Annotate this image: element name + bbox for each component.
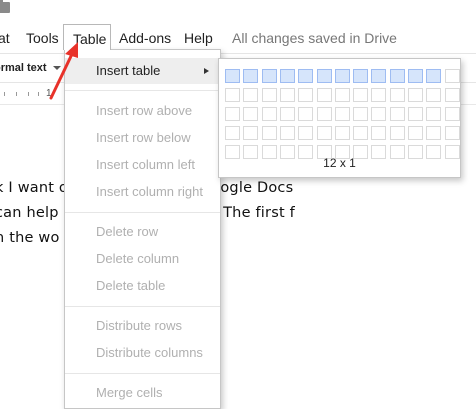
table-grid-cell[interactable] <box>408 126 423 140</box>
menu-item-distribute-rows[interactable]: Distribute rows <box>65 313 220 339</box>
table-grid-cell[interactable] <box>279 69 295 83</box>
table-grid-cell[interactable] <box>444 107 460 121</box>
table-grid-cell[interactable] <box>444 69 460 83</box>
menu-divider <box>65 306 220 307</box>
menu-item-insert-table[interactable]: Insert table <box>65 58 220 84</box>
menu-item-insert-column-left[interactable]: Insert column left <box>65 152 220 178</box>
table-grid-cell[interactable] <box>298 69 314 83</box>
table-grid-cell[interactable] <box>444 126 460 140</box>
table-grid-cell[interactable] <box>408 107 423 121</box>
table-grid-cell[interactable] <box>353 69 369 83</box>
table-grid-cell[interactable] <box>316 88 332 102</box>
table-grid-cell[interactable] <box>353 126 369 140</box>
table-grid-cell[interactable] <box>225 126 240 140</box>
table-grid-cell[interactable] <box>353 107 369 121</box>
document-line: n the wo <box>0 230 60 246</box>
menu-item-delete-row[interactable]: Delete row <box>65 219 220 245</box>
table-grid-cell[interactable] <box>371 69 387 83</box>
ruler-tick <box>16 92 17 96</box>
table-grid-cell[interactable] <box>371 107 387 121</box>
menu-item-insert-column-right[interactable]: Insert column right <box>65 179 220 205</box>
table-grid-cell[interactable] <box>408 88 423 102</box>
table-grid-cell[interactable] <box>261 88 277 102</box>
table-grid-cell[interactable] <box>279 88 295 102</box>
table-grid-cell[interactable] <box>261 126 277 140</box>
table-grid-cell[interactable] <box>389 126 405 140</box>
table-grid-cell[interactable] <box>243 88 259 102</box>
submenu-arrow-icon <box>204 68 209 74</box>
menu-item-label: Insert table <box>96 63 161 78</box>
table-grid-cell[interactable] <box>371 126 387 140</box>
table-grid-cell[interactable] <box>225 69 240 83</box>
table-grid-cell[interactable] <box>334 88 350 102</box>
red-arrow-icon <box>49 42 78 100</box>
menu-item-merge-cells[interactable]: Merge cells <box>65 380 220 406</box>
table-grid-cell[interactable] <box>261 69 277 83</box>
table-grid-cell[interactable] <box>389 88 405 102</box>
table-grid-cell[interactable] <box>298 107 314 121</box>
table-grid-cell[interactable] <box>353 88 369 102</box>
save-status: All changes saved in Drive <box>232 30 397 46</box>
menu-item-insert-row-above[interactable]: Insert row above <box>65 98 220 124</box>
table-grid-cell[interactable] <box>316 69 332 83</box>
table-grid-cell[interactable] <box>261 107 277 121</box>
ruler-tick <box>38 92 39 96</box>
table-grid-cell[interactable] <box>316 107 332 121</box>
table-grid-cell[interactable] <box>225 107 240 121</box>
menu-divider <box>65 212 220 213</box>
ruler-tick <box>4 92 5 96</box>
table-grid-cell[interactable] <box>243 126 259 140</box>
table-grid-cell[interactable] <box>225 88 240 102</box>
table-grid-cell[interactable] <box>298 126 314 140</box>
table-grid-cell[interactable] <box>408 69 423 83</box>
paragraph-style-value: ormal text <box>0 62 47 74</box>
table-grid-cell[interactable] <box>243 69 259 83</box>
table-grid-cell[interactable] <box>444 88 460 102</box>
table-grid-cell[interactable] <box>334 107 350 121</box>
table-size-label: 12 x 1 <box>323 156 356 170</box>
folder-icon[interactable] <box>0 0 10 13</box>
table-grid-cell[interactable] <box>389 107 405 121</box>
menu-item-distribute-columns[interactable]: Distribute columns <box>65 340 220 366</box>
table-menu: Insert table Insert row above Insert row… <box>64 49 221 409</box>
table-grid-cell[interactable] <box>298 88 314 102</box>
menu-help[interactable]: Help <box>184 28 213 48</box>
table-size-picker: 12 x 1 <box>218 58 461 178</box>
menu-divider <box>65 90 220 91</box>
table-grid-cell[interactable] <box>371 88 387 102</box>
table-grid-cell[interactable] <box>389 69 405 83</box>
menu-item-delete-column[interactable]: Delete column <box>65 246 220 272</box>
table-grid-cell[interactable] <box>316 126 332 140</box>
table-grid-cell[interactable] <box>243 107 259 121</box>
table-grid-cell[interactable] <box>279 126 295 140</box>
table-grid-cell[interactable] <box>334 69 350 83</box>
table-grid-cell[interactable] <box>426 88 442 102</box>
menu-divider <box>65 373 220 374</box>
table-grid-cell[interactable] <box>279 107 295 121</box>
menu-add-ons[interactable]: Add-ons <box>119 28 171 48</box>
table-grid-cell[interactable] <box>426 69 442 83</box>
table-grid-cell[interactable] <box>426 107 442 121</box>
menu-format[interactable]: at <box>0 28 10 48</box>
table-grid-cell[interactable] <box>334 126 350 140</box>
ruler-tick <box>28 92 29 96</box>
table-grid-cell[interactable] <box>426 126 442 140</box>
menu-item-delete-table[interactable]: Delete table <box>65 273 220 299</box>
menu-item-insert-row-below[interactable]: Insert row below <box>65 125 220 151</box>
